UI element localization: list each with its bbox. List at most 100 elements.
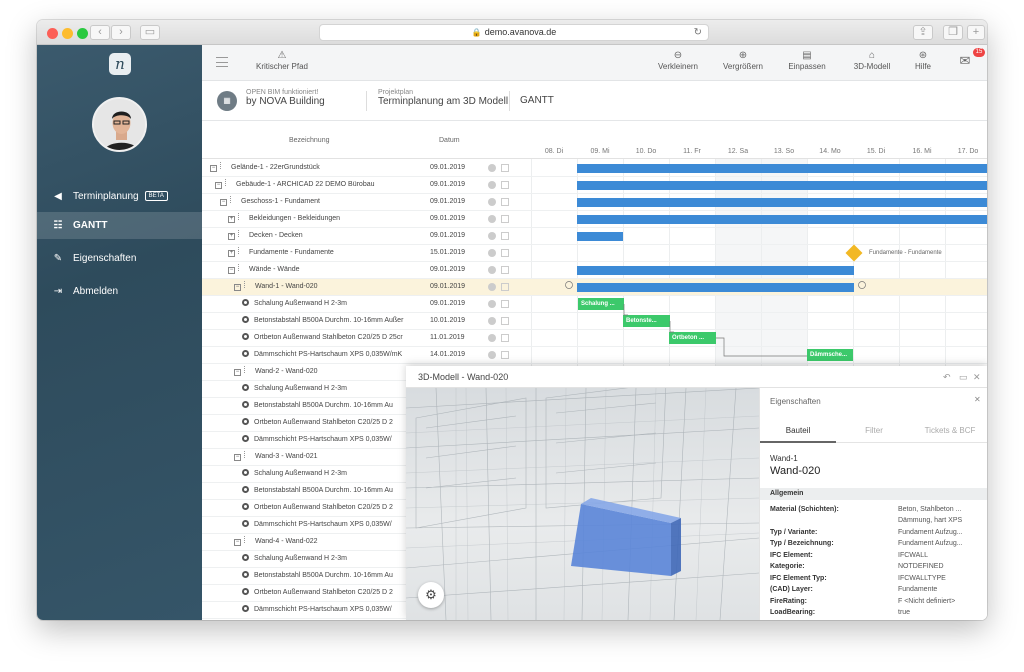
zoom-window-button[interactable] xyxy=(77,28,88,39)
edit-icon[interactable] xyxy=(501,164,509,172)
column-header-date[interactable]: Datum xyxy=(439,137,460,144)
zoom-in-button[interactable]: ⊕ Vergrößern xyxy=(713,49,773,71)
section-allgemein[interactable]: Allgemein xyxy=(760,488,987,500)
tabs-icon[interactable]: ❐ xyxy=(943,25,963,40)
expand-toggle-icon[interactable]: + xyxy=(228,216,235,223)
expand-toggle-icon[interactable]: − xyxy=(210,165,217,172)
gantt-bar[interactable] xyxy=(577,164,987,173)
sidebar-item-terminplanung[interactable]: ◀ Terminplanung BETA xyxy=(37,183,202,210)
sidebar-item-abmelden[interactable]: ⇥ Abmelden xyxy=(37,278,202,305)
property-row: LoadBearing: true xyxy=(770,607,910,618)
address-bar[interactable]: 🔒 demo.avanova.de ↻ xyxy=(319,24,709,41)
project-plan[interactable]: Projektplan Terminplanung am 3D Modell xyxy=(378,89,508,107)
undo-icon[interactable]: ↶ xyxy=(943,366,951,388)
menu-icon[interactable] xyxy=(216,57,228,67)
table-row[interactable]: Ortbeton Außenwand Stahlbeton C20/25 D 2… xyxy=(202,330,987,347)
row-name: Betonstabstahl B500A Durchm. 10-16mm Au xyxy=(242,483,427,499)
add-icon[interactable] xyxy=(488,351,496,359)
reload-icon[interactable]: ↻ xyxy=(694,25,702,40)
element-id: Wand-020 xyxy=(770,465,821,477)
edit-icon[interactable] xyxy=(501,249,509,257)
add-icon[interactable] xyxy=(488,283,496,291)
help-button[interactable]: ⊛ Hilfe xyxy=(898,49,948,71)
close-icon[interactable]: ✕ xyxy=(973,366,981,388)
gantt-bar[interactable] xyxy=(577,198,987,207)
task-bar[interactable]: Dämmsche... xyxy=(807,349,853,361)
expand-toggle-icon[interactable]: − xyxy=(234,454,241,461)
tab-bauteil[interactable]: Bauteil xyxy=(760,419,836,443)
add-icon[interactable] xyxy=(488,232,496,240)
add-icon[interactable] xyxy=(488,215,496,223)
edit-icon[interactable] xyxy=(501,266,509,274)
window-icon[interactable]: ▭ xyxy=(959,366,968,388)
expand-toggle-icon[interactable]: + xyxy=(228,233,235,240)
gantt-bar[interactable] xyxy=(577,283,854,292)
share-icon[interactable]: ⇪ xyxy=(913,25,933,40)
table-row[interactable]: Dämmschicht PS-Hartschaum XPS 0,035W/mK 1… xyxy=(202,347,987,364)
gantt-bar[interactable] xyxy=(577,232,623,241)
back-button[interactable]: ‹ xyxy=(90,25,110,40)
edit-icon[interactable] xyxy=(501,181,509,189)
expand-toggle-icon[interactable]: − xyxy=(228,267,235,274)
forward-button[interactable]: › xyxy=(111,25,131,40)
edit-icon[interactable] xyxy=(501,215,509,223)
add-icon[interactable] xyxy=(488,266,496,274)
column-header-name[interactable]: Bezeichnung xyxy=(289,137,329,144)
sidebar-item-eigenschaften[interactable]: ✎ Eigenschaften xyxy=(37,245,202,272)
gantt-bar[interactable] xyxy=(577,181,987,190)
tree-node-icon xyxy=(244,366,251,373)
edit-icon[interactable] xyxy=(501,351,509,359)
expand-toggle-icon[interactable]: + xyxy=(228,250,235,257)
close-icon[interactable]: ✕ xyxy=(974,395,981,404)
close-window-button[interactable] xyxy=(47,28,58,39)
add-icon[interactable] xyxy=(488,334,496,342)
add-icon[interactable] xyxy=(488,164,496,172)
edit-icon[interactable] xyxy=(501,232,509,240)
fit-button[interactable]: ▤ Einpassen xyxy=(777,49,837,71)
lock-icon: 🔒 xyxy=(471,28,482,37)
expand-toggle-icon[interactable]: − xyxy=(220,199,227,206)
edit-icon[interactable] xyxy=(501,334,509,342)
task-bar[interactable]: Betonste... xyxy=(623,315,670,327)
settings-gear-icon[interactable]: ⚙ xyxy=(418,582,444,608)
milestone-label: Fundamente - Fundamente xyxy=(869,250,942,256)
critical-path-button[interactable]: ⚠ Kritischer Pfad xyxy=(247,49,317,71)
row-name: + Decken - Decken xyxy=(228,228,427,244)
avatar[interactable] xyxy=(92,97,147,152)
sidebar-toggle-icon[interactable]: ▭ xyxy=(140,25,160,40)
add-icon[interactable] xyxy=(488,249,496,257)
app-logo[interactable]: n xyxy=(109,53,131,75)
model3d-viewer[interactable]: ⚙ xyxy=(406,388,759,620)
row-label: Gebäude-1 - ARCHICAD 22 DEMO Bürobau xyxy=(236,181,375,188)
sidebar-item-gantt[interactable]: ☷ GANTT xyxy=(37,212,202,239)
row-name: Betonstabstahl B500A Durchm. 10-16mm Auß… xyxy=(242,313,427,329)
property-row: Material (Schichten): Beton, Stahlbeton .… xyxy=(770,504,962,524)
task-bar[interactable]: Ortbeton ... xyxy=(669,332,716,344)
task-icon xyxy=(242,588,249,595)
table-row[interactable]: Betonstabstahl B500A Durchm. 10-16mm Auß… xyxy=(202,313,987,330)
zoom-out-button[interactable]: ⊖ Verkleinern xyxy=(648,49,708,71)
expand-toggle-icon[interactable]: − xyxy=(234,369,241,376)
tab-filter[interactable]: Filter xyxy=(836,419,912,443)
row-date: 09.01.2019 xyxy=(430,181,466,188)
task-bar[interactable]: Schalung ... xyxy=(578,298,624,310)
add-icon[interactable] xyxy=(488,198,496,206)
minimize-window-button[interactable] xyxy=(62,28,73,39)
edit-icon[interactable] xyxy=(501,283,509,291)
tab-tickets-bcf[interactable]: Tickets & BCF xyxy=(912,419,987,443)
edit-icon[interactable] xyxy=(501,300,509,308)
expand-toggle-icon[interactable]: − xyxy=(215,182,222,189)
add-icon[interactable] xyxy=(488,181,496,189)
expand-toggle-icon[interactable]: − xyxy=(234,539,241,546)
gantt-bar[interactable] xyxy=(577,266,854,275)
property-key: LoadBearing: xyxy=(770,609,816,616)
add-icon[interactable] xyxy=(488,317,496,325)
add-icon[interactable] xyxy=(488,300,496,308)
gantt-bar[interactable] xyxy=(577,215,987,224)
edit-icon[interactable] xyxy=(501,198,509,206)
new-tab-button[interactable]: + xyxy=(967,25,985,40)
model3d-button[interactable]: ⌂ 3D-Modell xyxy=(842,49,902,71)
edit-icon[interactable] xyxy=(501,317,509,325)
row-label: Gelände-1 - 22erGrundstück xyxy=(231,164,320,171)
expand-toggle-icon[interactable]: − xyxy=(234,284,241,291)
